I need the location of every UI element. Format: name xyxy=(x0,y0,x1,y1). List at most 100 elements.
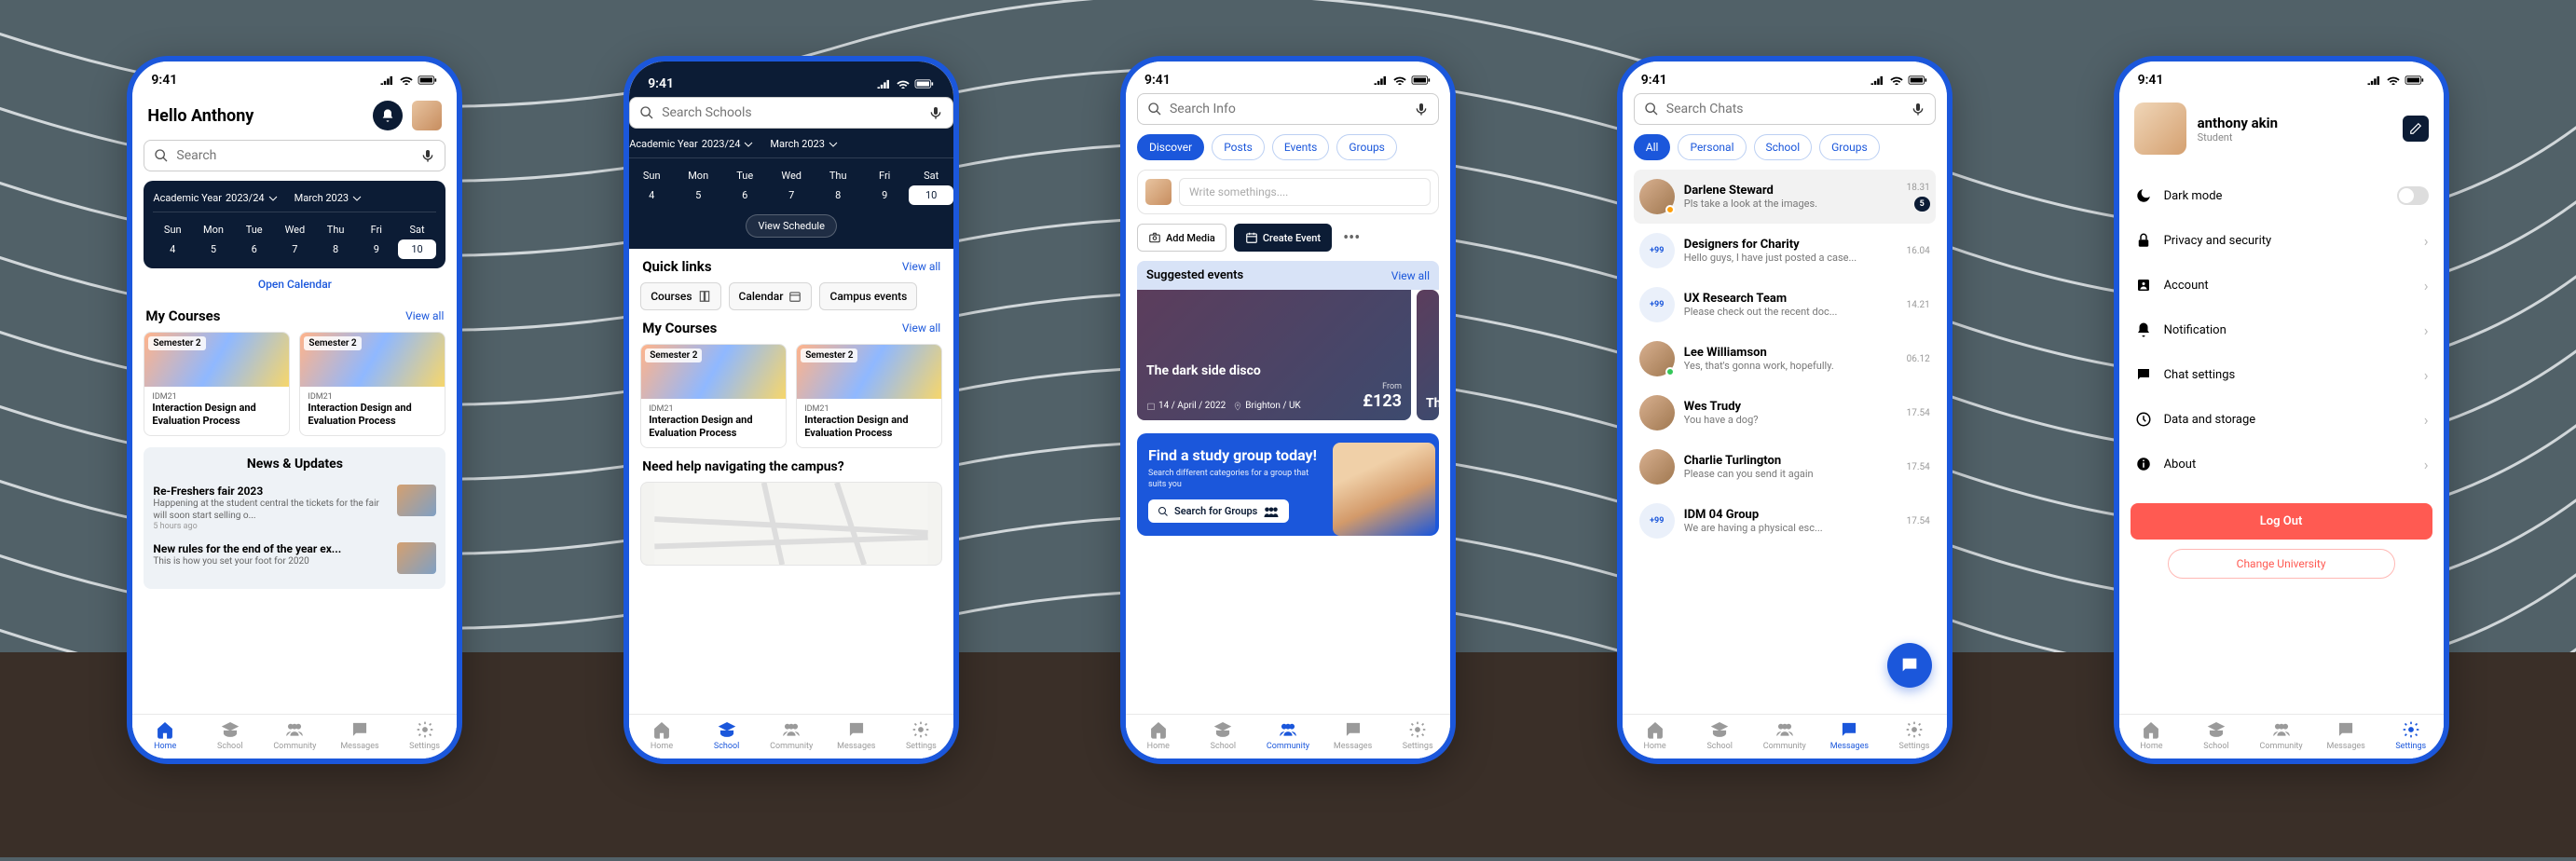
view-all-link[interactable]: View all xyxy=(405,309,444,322)
nav-messages[interactable]: Messages xyxy=(1321,720,1386,751)
academic-year-selector[interactable]: Academic Year 2023/24 xyxy=(153,192,277,204)
nav-community[interactable]: Community xyxy=(759,720,824,751)
notification-button[interactable] xyxy=(373,101,403,130)
chat-item[interactable]: Charlie Turlington Please can you send i… xyxy=(1634,440,1936,494)
chat-item[interactable]: +99 UX Research Team Please check out th… xyxy=(1634,278,1936,332)
search-input[interactable] xyxy=(1666,102,1903,116)
filter-chip[interactable]: Events xyxy=(1272,134,1330,160)
chat-item[interactable]: Wes Trudy You have a dog? 17.54 xyxy=(1634,386,1936,440)
nav-home[interactable]: Home xyxy=(1126,720,1191,751)
calendar-date-cell[interactable]: 10 xyxy=(398,239,437,259)
quick-link-chip[interactable]: Calendar xyxy=(729,282,813,310)
campus-map-preview[interactable] xyxy=(640,482,942,566)
search-bar[interactable] xyxy=(1137,93,1439,125)
calendar-date-cell[interactable]: 5 xyxy=(194,239,233,259)
nav-community[interactable]: Community xyxy=(263,720,328,751)
calendar-date-cell[interactable]: 8 xyxy=(316,239,355,259)
nav-settings[interactable]: Settings xyxy=(2378,720,2444,751)
search-input[interactable] xyxy=(176,148,413,163)
nav-school[interactable]: School xyxy=(1191,720,1256,751)
news-item[interactable]: Re-Freshers fair 2023 Happening at the s… xyxy=(153,479,436,537)
settings-item[interactable]: Account › xyxy=(2131,263,2432,308)
chat-item[interactable]: +99 Designers for Charity Hello guys, I … xyxy=(1634,224,1936,278)
dark-mode-toggle[interactable] xyxy=(2397,186,2429,205)
nav-community[interactable]: Community xyxy=(1255,720,1321,751)
course-card[interactable]: Semester 2 IDM21 Interaction Design and … xyxy=(796,344,942,448)
search-input[interactable] xyxy=(662,105,921,120)
search-bar[interactable] xyxy=(629,97,953,129)
filter-chip[interactable]: All xyxy=(1634,134,1671,160)
nav-settings[interactable]: Settings xyxy=(889,720,954,751)
settings-item[interactable]: Data and storage › xyxy=(2131,397,2432,442)
search-input[interactable] xyxy=(1170,102,1406,116)
calendar-date-cell[interactable]: 6 xyxy=(722,185,767,205)
nav-home[interactable]: Home xyxy=(1623,720,1688,751)
search-groups-button[interactable]: Search for Groups xyxy=(1148,499,1289,523)
nav-school[interactable]: School xyxy=(2184,720,2249,751)
filter-chip[interactable]: Discover xyxy=(1137,134,1204,160)
mic-icon[interactable] xyxy=(1414,102,1429,116)
chat-item[interactable]: +99 IDM 04 Group We are having a physica… xyxy=(1634,494,1936,548)
open-calendar-link[interactable]: Open Calendar xyxy=(144,268,445,298)
calendar-date-cell[interactable]: 9 xyxy=(862,185,907,205)
news-item[interactable]: New rules for the end of the year ex... … xyxy=(153,537,436,580)
month-selector[interactable]: March 2023 xyxy=(770,138,838,150)
calendar-date-cell[interactable]: 4 xyxy=(153,239,192,259)
chat-item[interactable]: Darlene Steward Pls take a look at the i… xyxy=(1634,170,1936,224)
course-card[interactable]: Semester 2 IDM21 Interaction Design and … xyxy=(299,332,445,436)
nav-messages[interactable]: Messages xyxy=(2313,720,2378,751)
quick-link-chip[interactable]: Campus events xyxy=(819,282,917,310)
filter-chip[interactable]: Personal xyxy=(1678,134,1746,160)
calendar-date-cell[interactable]: 10 xyxy=(909,185,953,205)
settings-item[interactable]: Chat settings › xyxy=(2131,352,2432,397)
create-event-button[interactable]: Create Event xyxy=(1234,224,1332,252)
calendar-date-cell[interactable]: 8 xyxy=(815,185,860,205)
post-input[interactable]: Write somethings.... xyxy=(1179,178,1431,206)
search-bar[interactable] xyxy=(1634,93,1936,125)
settings-item[interactable]: Privacy and security › xyxy=(2131,218,2432,263)
event-card-peek[interactable]: Th xyxy=(1417,290,1439,420)
nav-home[interactable]: Home xyxy=(629,720,694,751)
filter-chip[interactable]: Groups xyxy=(1819,134,1880,160)
calendar-date-cell[interactable]: 4 xyxy=(629,185,674,205)
settings-item[interactable]: Dark mode xyxy=(2131,173,2432,218)
nav-school[interactable]: School xyxy=(1687,720,1752,751)
mic-icon[interactable] xyxy=(928,105,943,120)
settings-item[interactable]: About › xyxy=(2131,442,2432,486)
calendar-date-cell[interactable]: 9 xyxy=(357,239,396,259)
filter-chip[interactable]: School xyxy=(1754,134,1813,160)
mic-icon[interactable] xyxy=(420,148,435,163)
nav-community[interactable]: Community xyxy=(2249,720,2314,751)
new-message-fab[interactable] xyxy=(1887,643,1932,688)
nav-community[interactable]: Community xyxy=(1752,720,1817,751)
nav-home[interactable]: Home xyxy=(132,720,198,751)
chat-item[interactable]: Lee Williamson Yes, that's gonna work, h… xyxy=(1634,332,1936,386)
nav-school[interactable]: School xyxy=(198,720,263,751)
edit-profile-button[interactable] xyxy=(2403,116,2429,142)
settings-item[interactable]: Notification › xyxy=(2131,308,2432,352)
nav-settings[interactable]: Settings xyxy=(1385,720,1450,751)
calendar-date-cell[interactable]: 5 xyxy=(676,185,720,205)
nav-school[interactable]: School xyxy=(694,720,760,751)
logout-button[interactable]: Log Out xyxy=(2131,503,2432,540)
mic-icon[interactable] xyxy=(1911,102,1925,116)
view-all-link[interactable]: View all xyxy=(1391,269,1430,282)
change-university-button[interactable]: Change University xyxy=(2168,549,2395,579)
user-avatar[interactable] xyxy=(412,101,442,130)
view-schedule-button[interactable]: View Schedule xyxy=(746,214,836,238)
course-card[interactable]: Semester 2 IDM21 Interaction Design and … xyxy=(144,332,290,436)
event-card[interactable]: The dark side disco 14 / April / 2022 Br… xyxy=(1137,290,1411,420)
nav-home[interactable]: Home xyxy=(2119,720,2185,751)
nav-settings[interactable]: Settings xyxy=(392,720,458,751)
nav-messages[interactable]: Messages xyxy=(327,720,392,751)
course-card[interactable]: Semester 2 IDM21 Interaction Design and … xyxy=(640,344,787,448)
calendar-date-cell[interactable]: 7 xyxy=(769,185,814,205)
filter-chip[interactable]: Posts xyxy=(1212,134,1265,160)
academic-year-selector[interactable]: Academic Year 2023/24 xyxy=(629,138,753,150)
nav-messages[interactable]: Messages xyxy=(824,720,889,751)
add-media-button[interactable]: Add Media xyxy=(1137,224,1226,252)
nav-messages[interactable]: Messages xyxy=(1817,720,1883,751)
view-all-link[interactable]: View all xyxy=(902,321,940,335)
calendar-date-cell[interactable]: 6 xyxy=(235,239,274,259)
quick-link-chip[interactable]: Courses xyxy=(640,282,720,310)
